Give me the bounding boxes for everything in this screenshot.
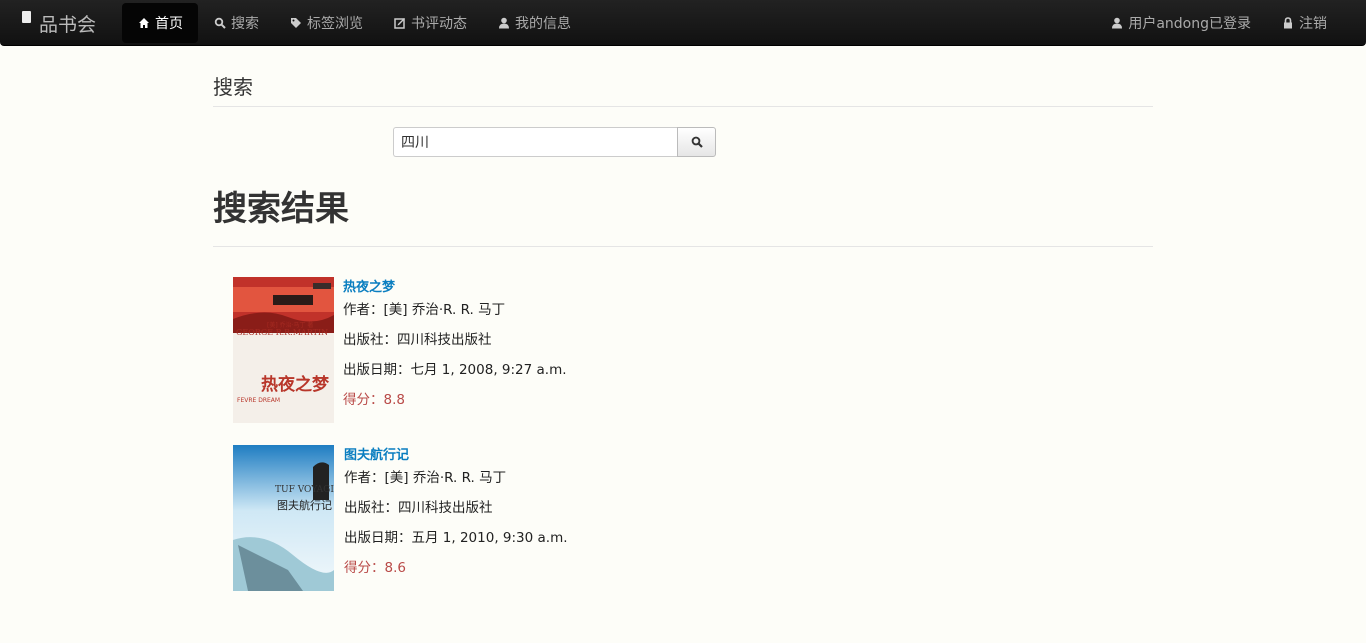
user-icon xyxy=(1110,16,1124,30)
book-date: 出版日期：七月 1, 2008, 9:27 a.m. xyxy=(343,362,567,378)
nav-profile-label: 我的信息 xyxy=(515,16,571,32)
book-info: 热夜之梦 作者：[美] 乔治·R. R. 马丁 出版社：四川科技出版社 出版日期… xyxy=(343,277,567,423)
nav-logout-label: 注销 xyxy=(1299,16,1327,32)
book-icon xyxy=(22,11,31,23)
edit-icon xyxy=(393,16,407,30)
book-author: 作者：[美] 乔治·R. R. 马丁 xyxy=(343,302,506,318)
search-section-header: 搜索 xyxy=(213,72,1153,107)
book-info: 图夫航行记 作者：[美] 乔治·R. R. 马丁 出版社：四川科技出版社 出版日… xyxy=(344,445,568,591)
book-author: 作者：[美] 乔治·R. R. 马丁 xyxy=(344,470,507,486)
user-nav: 用户andong已登录 注销 xyxy=(1095,3,1342,43)
list-item: GEORGE R.R.MARTIN [美] 乔治·马丁 著 热夜之梦 FEVRE… xyxy=(233,277,567,423)
book-publisher: 出版社：四川科技出版社 xyxy=(343,332,492,348)
book-score: 得分：8.6 xyxy=(344,560,406,576)
cover-english-title: TUF VOYAGING xyxy=(275,485,334,495)
cover-title: 图夫航行记 xyxy=(277,498,332,512)
search-heading: 搜索 xyxy=(213,75,253,99)
book-title-link[interactable]: 图夫航行记 xyxy=(344,448,568,463)
search-button[interactable] xyxy=(677,127,716,157)
book-title-link[interactable]: 热夜之梦 xyxy=(343,280,567,295)
cover-author: [美] 乔治·马丁 著 xyxy=(267,321,313,329)
nav-tags[interactable]: 标签浏览 xyxy=(274,3,378,43)
nav-home[interactable]: 首页 xyxy=(122,3,198,43)
nav-home-label: 首页 xyxy=(155,16,183,32)
tag-icon xyxy=(289,16,303,30)
nav-user-status[interactable]: 用户andong已登录 xyxy=(1095,3,1266,43)
nav-logout[interactable]: 注销 xyxy=(1266,3,1342,43)
nav-search-label: 搜索 xyxy=(231,16,259,32)
user-icon xyxy=(497,16,511,30)
search-input[interactable] xyxy=(393,127,677,157)
search-form xyxy=(393,127,716,157)
search-icon xyxy=(213,16,227,30)
main-nav: 首页 搜索 标签浏览 书评动态 我的信息 xyxy=(122,3,586,43)
nav-reviews-label: 书评动态 xyxy=(411,16,467,32)
list-item: TUF VOYAGING 图夫航行记 图夫航行记 作者：[美] 乔治·R. R.… xyxy=(233,445,568,591)
results-heading: 搜索结果 xyxy=(213,189,349,229)
nav-search[interactable]: 搜索 xyxy=(198,3,274,43)
lock-icon xyxy=(1281,16,1295,30)
brand-label: 品书会 xyxy=(39,13,97,36)
cover-author-name: GEORGE R.R.MARTIN xyxy=(236,328,328,337)
cover-title: 热夜之梦 xyxy=(261,374,330,395)
nav-tags-label: 标签浏览 xyxy=(307,16,363,32)
navbar: 品书会 首页 搜索 标签浏览 书评动态 我的信息 用户andong已登录 注销 xyxy=(0,0,1366,46)
brand-link[interactable]: 品书会 xyxy=(22,11,97,36)
book-score: 得分：8.8 xyxy=(343,392,405,408)
book-date: 出版日期：五月 1, 2010, 9:30 a.m. xyxy=(344,530,568,546)
book-publisher: 出版社：四川科技出版社 xyxy=(344,500,493,516)
results-section-header: 搜索结果 xyxy=(213,186,1153,247)
book-cover[interactable]: TUF VOYAGING 图夫航行记 xyxy=(233,445,334,591)
nav-reviews[interactable]: 书评动态 xyxy=(378,3,482,43)
nav-profile[interactable]: 我的信息 xyxy=(482,3,586,43)
search-icon xyxy=(691,136,703,148)
book-cover[interactable]: GEORGE R.R.MARTIN [美] 乔治·马丁 著 热夜之梦 FEVRE… xyxy=(233,277,334,423)
nav-user-status-label: 用户andong已登录 xyxy=(1128,16,1251,32)
cover-subtitle: FEVRE DREAM xyxy=(237,397,280,404)
home-icon xyxy=(137,16,151,30)
